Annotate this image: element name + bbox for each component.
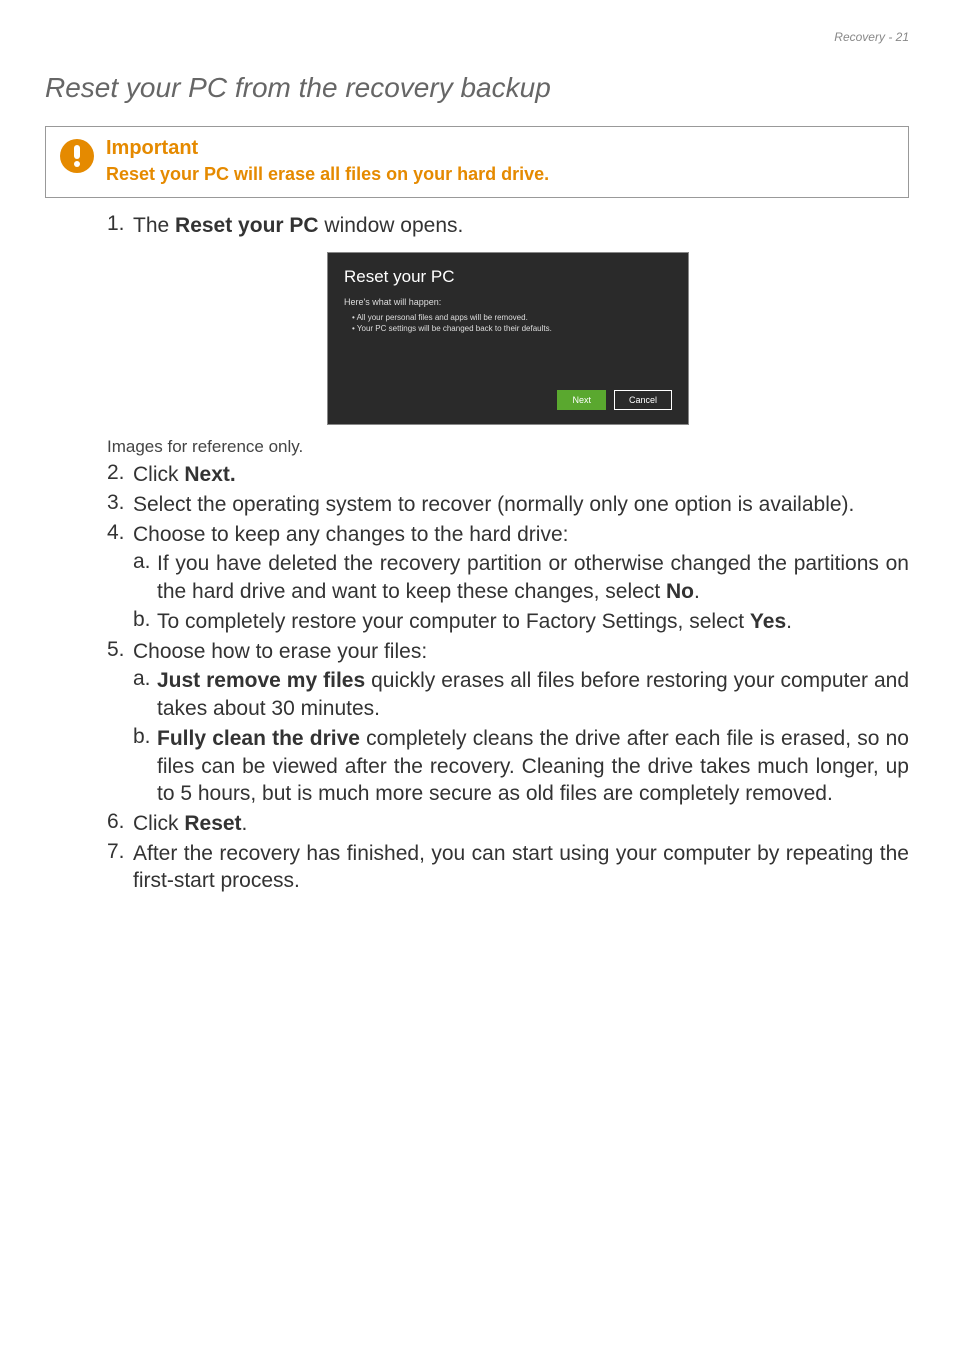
next-button[interactable]: Next [557, 390, 606, 410]
step-7-body: After the recovery has finished, you can… [133, 840, 909, 895]
step-4a-post: . [694, 580, 700, 603]
step-number: 1. [107, 212, 133, 236]
step-4b-pre: To completely restore your computer to F… [157, 610, 750, 633]
step-number: 6. [107, 810, 133, 834]
step-1-pre: The [133, 214, 175, 237]
step-5: 5. Choose how to erase your files: [107, 638, 909, 666]
step-4b: b. To completely restore your computer t… [133, 608, 909, 636]
dialog-bullet-2: Your PC settings will be changed back to… [357, 324, 552, 333]
step-1-post: window opens. [319, 214, 464, 237]
step-4-body: Choose to keep any changes to the hard d… [133, 521, 909, 549]
step-1-bold: Reset your PC [175, 214, 319, 237]
step-4a-pre: If you have deleted the recovery partiti… [157, 552, 909, 603]
step-number: 7. [107, 840, 133, 864]
step-1: 1. The Reset your PC window opens. [107, 212, 909, 240]
step-6-post: . [242, 812, 248, 835]
page-header: Recovery - 21 [45, 30, 909, 44]
step-2-pre: Click [133, 463, 184, 486]
reference-caption: Images for reference only. [107, 437, 909, 457]
reset-pc-dialog: Reset your PC Here's what will happen: •… [327, 252, 689, 426]
step-2-bold: Next. [184, 463, 235, 486]
step-6-pre: Click [133, 812, 184, 835]
callout-title: Important [106, 137, 549, 160]
section-title: Reset your PC from the recovery backup [45, 72, 909, 104]
step-5b-bold: Fully clean the drive [157, 727, 360, 750]
dialog-bullet-1: All your personal files and apps will be… [357, 313, 528, 322]
warning-icon [60, 139, 94, 173]
step-4: 4. Choose to keep any changes to the har… [107, 521, 909, 549]
callout-body: Reset your PC will erase all files on yo… [106, 164, 549, 185]
callout-text: Important Reset your PC will erase all f… [106, 137, 549, 185]
step-4a: a. If you have deleted the recovery part… [133, 550, 909, 605]
step-number: 4. [107, 521, 133, 545]
step-4a-bold: No [666, 580, 694, 603]
step-5a: a. Just remove my files quickly erases a… [133, 667, 909, 722]
step-2: 2. Click Next. [107, 461, 909, 489]
step-5-body: Choose how to erase your files: [133, 638, 909, 666]
step-6: 6. Click Reset. [107, 810, 909, 838]
content-area: 1. The Reset your PC window opens. Reset… [45, 212, 909, 895]
sub-letter: a. [133, 550, 157, 574]
step-4b-post: . [786, 610, 792, 633]
sub-letter: b. [133, 725, 157, 749]
step-3-body: Select the operating system to recover (… [133, 491, 909, 519]
step-number: 3. [107, 491, 133, 515]
dialog-title: Reset your PC [344, 267, 672, 287]
dialog-bullets: • All your personal files and apps will … [344, 313, 672, 335]
step-5a-bold: Just remove my files [157, 669, 365, 692]
cancel-button[interactable]: Cancel [614, 390, 672, 410]
step-number: 5. [107, 638, 133, 662]
important-callout: Important Reset your PC will erase all f… [45, 126, 909, 198]
sub-letter: a. [133, 667, 157, 691]
step-4b-bold: Yes [750, 610, 786, 633]
dialog-subtitle: Here's what will happen: [344, 297, 672, 307]
step-3: 3. Select the operating system to recove… [107, 491, 909, 519]
screenshot-wrapper: Reset your PC Here's what will happen: •… [107, 252, 909, 426]
dialog-button-row: Next Cancel [344, 390, 672, 410]
breadcrumb: Recovery - 21 [834, 30, 909, 44]
sub-letter: b. [133, 608, 157, 632]
step-5b: b. Fully clean the drive completely clea… [133, 725, 909, 808]
step-number: 2. [107, 461, 133, 485]
step-6-bold: Reset [184, 812, 241, 835]
step-7: 7. After the recovery has finished, you … [107, 840, 909, 895]
